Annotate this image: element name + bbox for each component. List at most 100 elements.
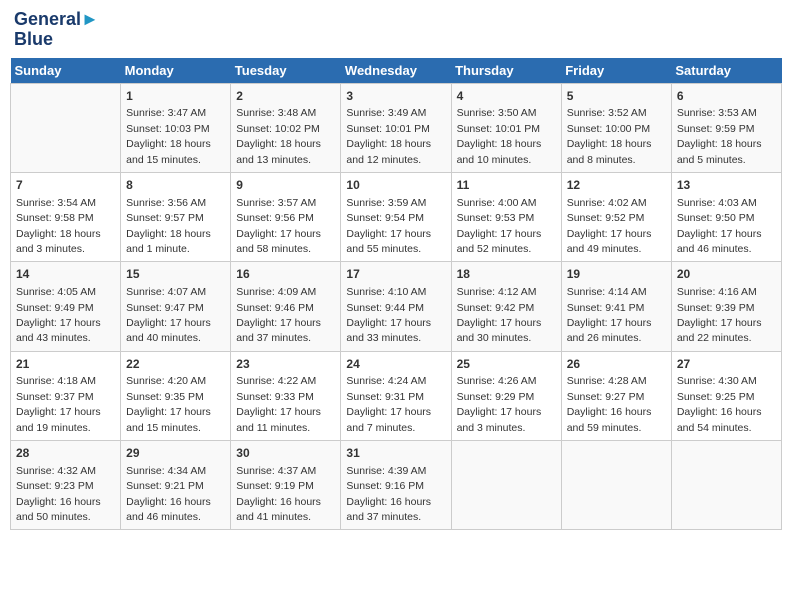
day-number: 5 xyxy=(567,88,666,105)
day-number: 31 xyxy=(346,445,445,462)
calendar-cell: 16 Sunrise: 4:09 AM Sunset: 9:46 PM Dayli… xyxy=(231,262,341,351)
day-number: 1 xyxy=(126,88,225,105)
day-number: 10 xyxy=(346,177,445,194)
day-number: 20 xyxy=(677,266,776,283)
calendar-cell: 8 Sunrise: 3:56 AM Sunset: 9:57 PM Daylig… xyxy=(121,172,231,261)
calendar-cell xyxy=(561,441,671,530)
calendar-week-3: 14 Sunrise: 4:05 AM Sunset: 9:49 PM Dayli… xyxy=(11,262,782,351)
day-number: 19 xyxy=(567,266,666,283)
day-number: 21 xyxy=(16,356,115,373)
day-number: 13 xyxy=(677,177,776,194)
day-number: 3 xyxy=(346,88,445,105)
calendar-cell: 29 Sunrise: 4:34 AM Sunset: 9:21 PM Dayli… xyxy=(121,441,231,530)
day-info: Sunrise: 4:02 AM Sunset: 9:52 PM Dayligh… xyxy=(567,197,652,255)
day-number: 8 xyxy=(126,177,225,194)
day-info: Sunrise: 4:03 AM Sunset: 9:50 PM Dayligh… xyxy=(677,197,762,255)
calendar-cell xyxy=(451,441,561,530)
day-number: 23 xyxy=(236,356,335,373)
day-number: 14 xyxy=(16,266,115,283)
calendar-cell: 22 Sunrise: 4:20 AM Sunset: 9:35 PM Dayli… xyxy=(121,351,231,440)
calendar-cell: 1 Sunrise: 3:47 AM Sunset: 10:03 PM Dayli… xyxy=(121,83,231,172)
day-info: Sunrise: 4:16 AM Sunset: 9:39 PM Dayligh… xyxy=(677,286,762,344)
day-number: 17 xyxy=(346,266,445,283)
day-number: 30 xyxy=(236,445,335,462)
calendar-cell: 23 Sunrise: 4:22 AM Sunset: 9:33 PM Dayli… xyxy=(231,351,341,440)
day-info: Sunrise: 3:52 AM Sunset: 10:00 PM Daylig… xyxy=(567,107,652,165)
day-info: Sunrise: 3:59 AM Sunset: 9:54 PM Dayligh… xyxy=(346,197,431,255)
calendar-cell: 11 Sunrise: 4:00 AM Sunset: 9:53 PM Dayli… xyxy=(451,172,561,261)
day-number: 28 xyxy=(16,445,115,462)
col-header-saturday: Saturday xyxy=(671,58,781,84)
col-header-sunday: Sunday xyxy=(11,58,121,84)
calendar-cell: 5 Sunrise: 3:52 AM Sunset: 10:00 PM Dayli… xyxy=(561,83,671,172)
day-info: Sunrise: 4:10 AM Sunset: 9:44 PM Dayligh… xyxy=(346,286,431,344)
calendar-cell: 3 Sunrise: 3:49 AM Sunset: 10:01 PM Dayli… xyxy=(341,83,451,172)
day-number: 2 xyxy=(236,88,335,105)
calendar-table: SundayMondayTuesdayWednesdayThursdayFrid… xyxy=(10,58,782,531)
day-number: 9 xyxy=(236,177,335,194)
calendar-cell: 18 Sunrise: 4:12 AM Sunset: 9:42 PM Dayli… xyxy=(451,262,561,351)
day-info: Sunrise: 4:14 AM Sunset: 9:41 PM Dayligh… xyxy=(567,286,652,344)
day-info: Sunrise: 4:24 AM Sunset: 9:31 PM Dayligh… xyxy=(346,375,431,433)
calendar-week-2: 7 Sunrise: 3:54 AM Sunset: 9:58 PM Daylig… xyxy=(11,172,782,261)
calendar-cell: 9 Sunrise: 3:57 AM Sunset: 9:56 PM Daylig… xyxy=(231,172,341,261)
day-number: 6 xyxy=(677,88,776,105)
day-info: Sunrise: 4:22 AM Sunset: 9:33 PM Dayligh… xyxy=(236,375,321,433)
calendar-cell: 7 Sunrise: 3:54 AM Sunset: 9:58 PM Daylig… xyxy=(11,172,121,261)
logo: General►Blue xyxy=(14,10,99,50)
day-info: Sunrise: 4:09 AM Sunset: 9:46 PM Dayligh… xyxy=(236,286,321,344)
calendar-cell: 25Sunrise: 4:26 AM Sunset: 9:29 PM Dayli… xyxy=(451,351,561,440)
day-number: 18 xyxy=(457,266,556,283)
day-number: 4 xyxy=(457,88,556,105)
day-info: Sunrise: 3:54 AM Sunset: 9:58 PM Dayligh… xyxy=(16,197,101,255)
day-info: Sunrise: 4:32 AM Sunset: 9:23 PM Dayligh… xyxy=(16,465,101,523)
day-info: Sunrise: 4:39 AM Sunset: 9:16 PM Dayligh… xyxy=(346,465,431,523)
day-info: Sunrise: 4:00 AM Sunset: 9:53 PM Dayligh… xyxy=(457,197,542,255)
col-header-friday: Friday xyxy=(561,58,671,84)
day-number: 29 xyxy=(126,445,225,462)
day-info: Sunrise: 4:34 AM Sunset: 9:21 PM Dayligh… xyxy=(126,465,211,523)
logo-text: General►Blue xyxy=(14,10,99,50)
day-info: Sunrise: 3:49 AM Sunset: 10:01 PM Daylig… xyxy=(346,107,431,165)
calendar-cell: 21 Sunrise: 4:18 AM Sunset: 9:37 PM Dayli… xyxy=(11,351,121,440)
calendar-cell: 27 Sunrise: 4:30 AM Sunset: 9:25 PM Dayli… xyxy=(671,351,781,440)
day-info: Sunrise: 4:30 AM Sunset: 9:25 PM Dayligh… xyxy=(677,375,762,433)
day-number: 27 xyxy=(677,356,776,373)
day-info: Sunrise: 3:50 AM Sunset: 10:01 PM Daylig… xyxy=(457,107,542,165)
day-number: 22 xyxy=(126,356,225,373)
calendar-cell: 20 Sunrise: 4:16 AM Sunset: 9:39 PM Dayli… xyxy=(671,262,781,351)
col-header-monday: Monday xyxy=(121,58,231,84)
col-header-thursday: Thursday xyxy=(451,58,561,84)
day-number: 16 xyxy=(236,266,335,283)
day-number: 11 xyxy=(457,177,556,194)
calendar-cell: 12Sunrise: 4:02 AM Sunset: 9:52 PM Dayli… xyxy=(561,172,671,261)
day-info: Sunrise: 3:57 AM Sunset: 9:56 PM Dayligh… xyxy=(236,197,321,255)
day-info: Sunrise: 4:20 AM Sunset: 9:35 PM Dayligh… xyxy=(126,375,211,433)
calendar-cell: 4 Sunrise: 3:50 AM Sunset: 10:01 PM Dayli… xyxy=(451,83,561,172)
col-header-wednesday: Wednesday xyxy=(341,58,451,84)
calendar-cell xyxy=(671,441,781,530)
day-info: Sunrise: 4:18 AM Sunset: 9:37 PM Dayligh… xyxy=(16,375,101,433)
day-info: Sunrise: 4:05 AM Sunset: 9:49 PM Dayligh… xyxy=(16,286,101,344)
page-header: General►Blue xyxy=(10,10,782,50)
calendar-cell: 15Sunrise: 4:07 AM Sunset: 9:47 PM Dayli… xyxy=(121,262,231,351)
calendar-cell: 14 Sunrise: 4:05 AM Sunset: 9:49 PM Dayli… xyxy=(11,262,121,351)
day-number: 15 xyxy=(126,266,225,283)
day-number: 25 xyxy=(457,356,556,373)
day-number: 24 xyxy=(346,356,445,373)
calendar-week-1: 1 Sunrise: 3:47 AM Sunset: 10:03 PM Dayli… xyxy=(11,83,782,172)
calendar-cell: 31 Sunrise: 4:39 AM Sunset: 9:16 PM Dayli… xyxy=(341,441,451,530)
calendar-cell: 2 Sunrise: 3:48 AM Sunset: 10:02 PM Dayli… xyxy=(231,83,341,172)
day-info: Sunrise: 3:53 AM Sunset: 9:59 PM Dayligh… xyxy=(677,107,762,165)
calendar-cell xyxy=(11,83,121,172)
calendar-cell: 17 Sunrise: 4:10 AM Sunset: 9:44 PM Dayli… xyxy=(341,262,451,351)
calendar-cell: 30Sunrise: 4:37 AM Sunset: 9:19 PM Dayli… xyxy=(231,441,341,530)
calendar-cell: 10 Sunrise: 3:59 AM Sunset: 9:54 PM Dayli… xyxy=(341,172,451,261)
day-info: Sunrise: 3:48 AM Sunset: 10:02 PM Daylig… xyxy=(236,107,321,165)
calendar-cell: 19 Sunrise: 4:14 AM Sunset: 9:41 PM Dayli… xyxy=(561,262,671,351)
day-info: Sunrise: 3:47 AM Sunset: 10:03 PM Daylig… xyxy=(126,107,211,165)
day-number: 26 xyxy=(567,356,666,373)
day-info: Sunrise: 4:12 AM Sunset: 9:42 PM Dayligh… xyxy=(457,286,542,344)
day-number: 7 xyxy=(16,177,115,194)
day-info: Sunrise: 3:56 AM Sunset: 9:57 PM Dayligh… xyxy=(126,197,211,255)
